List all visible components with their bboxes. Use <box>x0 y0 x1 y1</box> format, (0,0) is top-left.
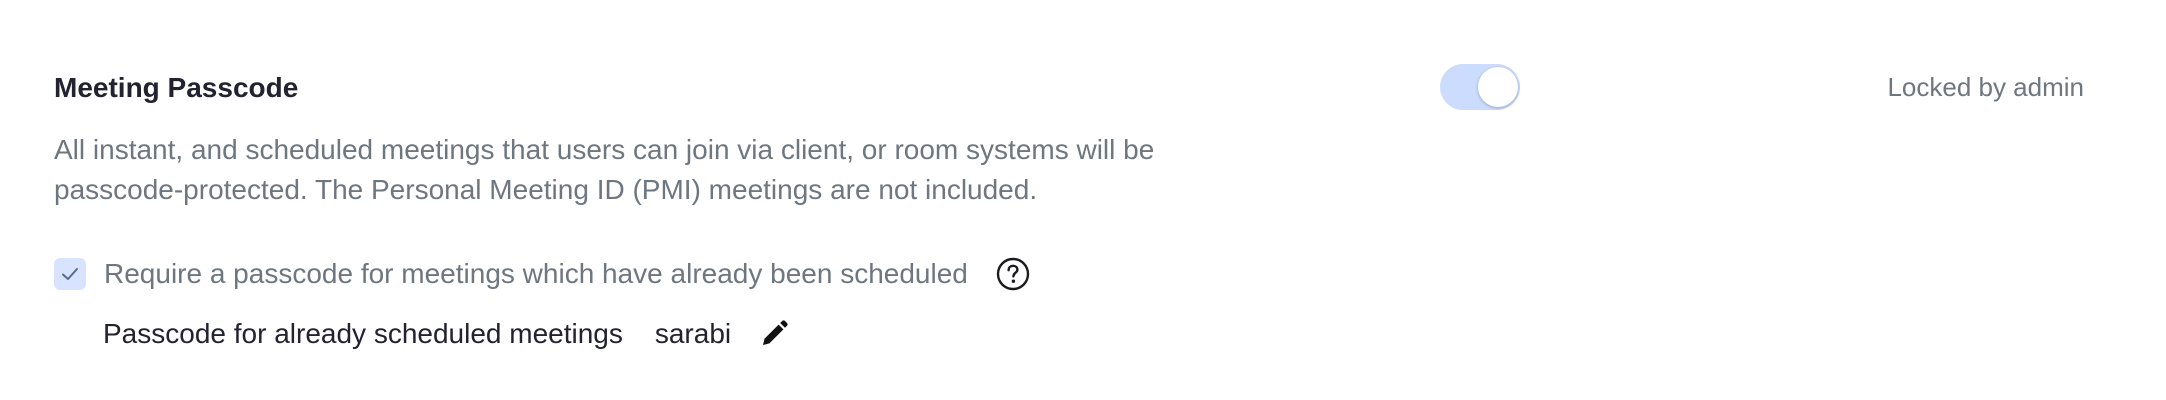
toggle-knob <box>1478 67 1518 107</box>
meeting-passcode-setting: Meeting Passcode Locked by admin All ins… <box>0 0 2166 400</box>
require-passcode-label: Require a passcode for meetings which ha… <box>104 258 968 289</box>
question-circle-icon[interactable] <box>996 257 1030 291</box>
require-passcode-checkbox[interactable] <box>54 258 86 290</box>
pencil-icon[interactable] <box>759 319 789 349</box>
checkmark-icon <box>62 268 78 280</box>
meeting-passcode-toggle[interactable] <box>1440 64 1520 110</box>
passcode-row: Passcode for already scheduled meetings … <box>103 314 789 354</box>
description-line-1: All instant, and scheduled meetings that… <box>54 134 1155 165</box>
setting-description: All instant, and scheduled meetings that… <box>54 130 1354 210</box>
setting-title: Meeting Passcode <box>54 72 299 103</box>
require-passcode-option: Require a passcode for meetings which ha… <box>54 256 1030 292</box>
passcode-label: Passcode for already scheduled meetings <box>103 318 623 349</box>
passcode-value: sarabi <box>654 318 732 349</box>
description-line-2: passcode-protected. The Personal Meeting… <box>54 174 1038 205</box>
locked-by-admin-label: Locked by admin <box>1887 72 2084 102</box>
